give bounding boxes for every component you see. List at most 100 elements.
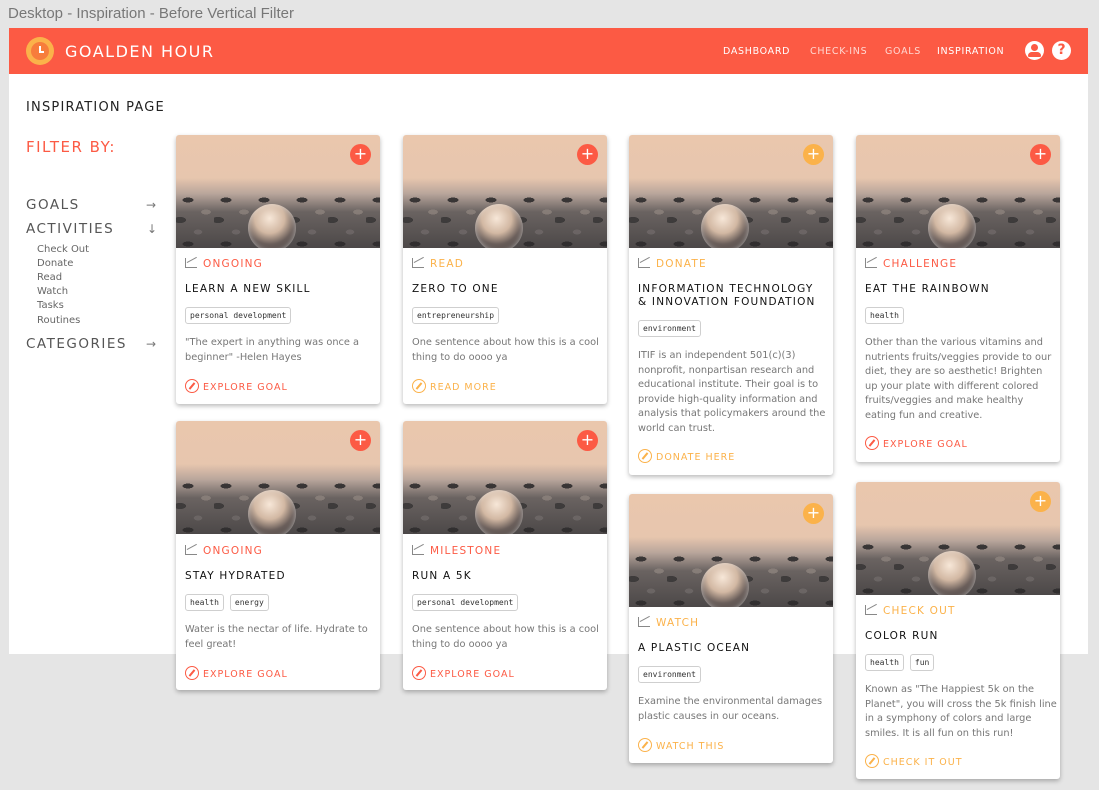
- card-image: +: [403, 421, 607, 534]
- inspiration-card[interactable]: + READ ZERO TO ONE entrepreneurship One …: [403, 135, 607, 404]
- tag-chip[interactable]: personal development: [185, 307, 292, 324]
- add-plus-icon[interactable]: +: [350, 430, 371, 451]
- tag-chip[interactable]: energy: [229, 594, 269, 611]
- tag-chip[interactable]: fun: [909, 654, 935, 671]
- tag-chip[interactable]: health: [185, 594, 224, 611]
- card-description: Other than the various vitamins and nutr…: [865, 337, 1052, 421]
- card-description: ITIF is an independent 501(c)(3) nonprof…: [638, 350, 826, 434]
- card-category: ONGOING: [185, 258, 263, 270]
- card-title: LEARN A NEW SKILL: [185, 283, 311, 295]
- trend-chart-icon: [185, 258, 197, 268]
- filter-activities[interactable]: ACTIVITIES: [26, 221, 114, 237]
- logo-clock-icon[interactable]: [26, 37, 54, 65]
- read-more-link[interactable]: READ MORE: [412, 379, 497, 393]
- card-title: A PLASTIC OCEAN: [638, 642, 751, 654]
- trend-chart-icon: [412, 545, 424, 555]
- nav-dashboard[interactable]: DASHBOARD: [723, 46, 790, 57]
- trend-chart-icon: [865, 258, 877, 268]
- card-image: +: [629, 135, 833, 248]
- card-category: READ: [412, 258, 464, 270]
- compass-icon: [865, 754, 879, 768]
- card-category: MILESTONE: [412, 545, 501, 557]
- artboard-label: Desktop - Inspiration - Before Vertical …: [8, 5, 294, 22]
- compass-icon: [865, 436, 879, 450]
- nav-check-ins[interactable]: CHECK-INS: [810, 46, 867, 57]
- trend-chart-icon: [412, 258, 424, 268]
- card-image: +: [176, 135, 380, 248]
- activity-check-out[interactable]: Check Out: [37, 244, 89, 255]
- card-image: +: [629, 494, 833, 607]
- inspiration-card[interactable]: + CHALLENGE EAT THE RAINBOWN health Othe…: [856, 135, 1060, 462]
- card-description: One sentence about how this is a cool th…: [412, 337, 599, 363]
- trend-chart-icon: [185, 545, 197, 555]
- tag-chip[interactable]: personal development: [412, 594, 519, 611]
- card-title: EAT THE RAINBOWN: [865, 283, 990, 295]
- compass-icon: [412, 666, 426, 680]
- donate-here-link[interactable]: DONATE HERE: [638, 449, 735, 463]
- tag-chip[interactable]: entrepreneurship: [412, 307, 500, 324]
- card-category: CHECK OUT: [865, 605, 956, 617]
- arrow-right-icon[interactable]: →: [146, 198, 156, 212]
- inspiration-card[interactable]: + MILESTONE RUN A 5K personal developmen…: [403, 421, 607, 690]
- compass-icon: [185, 379, 199, 393]
- inspiration-card[interactable]: + ONGOING LEARN A NEW SKILL personal dev…: [176, 135, 380, 404]
- add-plus-icon[interactable]: +: [577, 144, 598, 165]
- inspiration-card[interactable]: + WATCH A PLASTIC OCEAN environment Exam…: [629, 494, 833, 763]
- compass-icon: [638, 738, 652, 752]
- user-account-icon[interactable]: [1025, 41, 1044, 60]
- compass-icon: [185, 666, 199, 680]
- brand-name[interactable]: GOALDEN HOUR: [65, 42, 215, 61]
- help-icon[interactable]: ?: [1052, 41, 1071, 60]
- explore-goal-link[interactable]: EXPLORE GOAL: [865, 436, 968, 450]
- card-description: One sentence about how this is a cool th…: [412, 624, 599, 650]
- add-plus-icon[interactable]: +: [1030, 144, 1051, 165]
- card-image: +: [176, 421, 380, 534]
- card-category: CHALLENGE: [865, 258, 957, 270]
- add-plus-icon[interactable]: +: [1030, 491, 1051, 512]
- card-description: Known as "The Happiest 5k on the Planet"…: [865, 684, 1057, 739]
- add-plus-icon[interactable]: +: [803, 144, 824, 165]
- activity-donate[interactable]: Donate: [37, 258, 73, 269]
- compass-icon: [638, 449, 652, 463]
- card-category: WATCH: [638, 617, 699, 629]
- trend-chart-icon: [638, 617, 650, 627]
- inspiration-card[interactable]: + CHECK OUT COLOR RUN health fun Known a…: [856, 482, 1060, 779]
- arrow-down-icon[interactable]: ↓: [147, 222, 157, 236]
- card-title: COLOR RUN: [865, 630, 939, 642]
- activity-routines[interactable]: Routines: [37, 315, 80, 326]
- card-description: "The expert in anything was once a begin…: [185, 337, 360, 363]
- trend-chart-icon: [638, 258, 650, 268]
- arrow-right-icon[interactable]: →: [146, 337, 156, 351]
- card-category: ONGOING: [185, 545, 263, 557]
- card-image: +: [856, 135, 1060, 248]
- add-plus-icon[interactable]: +: [577, 430, 598, 451]
- tag-chip[interactable]: health: [865, 307, 904, 324]
- tag-chip[interactable]: health: [865, 654, 904, 671]
- inspiration-card[interactable]: + DONATE INFORMATION TECHNOLOGY & INNOVA…: [629, 135, 833, 475]
- activity-watch[interactable]: Watch: [37, 286, 68, 297]
- watch-this-link[interactable]: WATCH THIS: [638, 738, 724, 752]
- tag-chip[interactable]: environment: [638, 666, 701, 683]
- nav-goals[interactable]: GOALS: [885, 46, 921, 57]
- card-title: STAY HYDRATED: [185, 570, 286, 582]
- page-title: INSPIRATION PAGE: [26, 100, 165, 115]
- filter-goals[interactable]: GOALS: [26, 197, 80, 213]
- explore-goal-link[interactable]: EXPLORE GOAL: [185, 666, 288, 680]
- card-image: +: [403, 135, 607, 248]
- activity-read[interactable]: Read: [37, 272, 62, 283]
- card-description: Examine the environmental damages plasti…: [638, 696, 823, 722]
- add-plus-icon[interactable]: +: [350, 144, 371, 165]
- card-category: DONATE: [638, 258, 707, 270]
- filter-categories[interactable]: CATEGORIES: [26, 336, 127, 352]
- nav-inspiration[interactable]: INSPIRATION: [937, 46, 1004, 57]
- inspiration-card[interactable]: + ONGOING STAY HYDRATED health energy Wa…: [176, 421, 380, 690]
- card-title: RUN A 5K: [412, 570, 472, 582]
- explore-goal-link[interactable]: EXPLORE GOAL: [185, 379, 288, 393]
- trend-chart-icon: [865, 605, 877, 615]
- tag-chip[interactable]: environment: [638, 320, 701, 337]
- top-navigation-bar: GOALDEN HOUR DASHBOARD CHECK-INS GOALS I…: [9, 28, 1088, 74]
- explore-goal-link[interactable]: EXPLORE GOAL: [412, 666, 515, 680]
- add-plus-icon[interactable]: +: [803, 503, 824, 524]
- check-it-out-link[interactable]: CHECK IT OUT: [865, 754, 963, 768]
- activity-tasks[interactable]: Tasks: [37, 300, 64, 311]
